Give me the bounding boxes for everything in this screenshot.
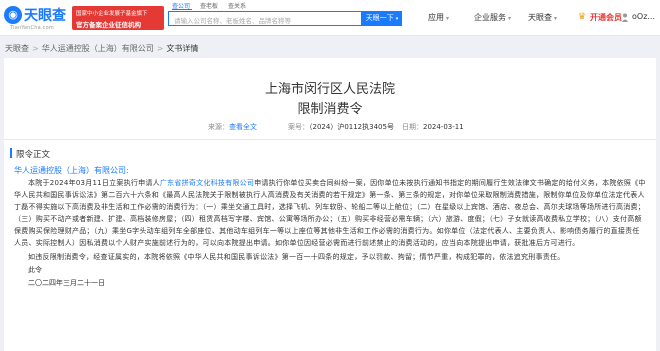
- tab-search-boss[interactable]: 查老板: [200, 1, 218, 10]
- certification-banner[interactable]: 国家中小企业发展子基金旗下 官方备案企业征信机构: [72, 6, 164, 30]
- warning-paragraph: 如违反限制消费令，经查证属实的，本院将依照《中华人民共和国民事诉讼法》第一百一十…: [28, 253, 565, 261]
- document-content: 华人运通控股（上海）有限公司: 本院于2024年03月11日立案执行申请人广东省…: [14, 164, 646, 289]
- divider: [4, 139, 656, 140]
- search-placeholder: 请输入公司名称、老板姓名、品牌名称等: [174, 17, 291, 25]
- banner-line-2: 官方备案企业征信机构: [76, 21, 141, 29]
- nav-apps[interactable]: 应用 ▾: [428, 12, 449, 23]
- breadcrumb-company[interactable]: 华人运通控股（上海）有限公司: [42, 44, 154, 53]
- document-date: 2024-03-11: [423, 123, 464, 131]
- document-card: 上海市闵行区人民法院 限制消费令 来源：查看全文 案号：（2024）沪0112执…: [4, 58, 656, 351]
- nav-apps-label: 应用: [428, 13, 444, 22]
- search-input[interactable]: 请输入公司名称、老板姓名、品牌名称等: [168, 11, 362, 26]
- meta-date-label: 日期：: [402, 123, 423, 131]
- document-title: 限制消费令: [297, 102, 363, 117]
- logo-text: 天眼查: [24, 8, 66, 24]
- logo-subtitle: TianYanCha.com: [10, 25, 54, 31]
- case-number: （2024）沪0112执3405号: [309, 123, 394, 131]
- order-paragraph: 本院于2024年03月11日立案执行申请人广东省拼奇文化科技有限公司申请执行你单…: [14, 177, 646, 249]
- eye-logo-icon: ◉: [4, 6, 22, 24]
- crown-icon: ♛: [578, 12, 587, 22]
- order-text-a: 本院于2024年03月11日立案执行申请人: [28, 179, 160, 187]
- tianyancha-logo[interactable]: ◉ 天眼查 TianYanCha.com: [4, 4, 70, 32]
- meta-case-label: 案号：: [288, 123, 309, 131]
- chevron-down-icon: ▾: [554, 15, 558, 22]
- applicant-company-link[interactable]: 广东省拼奇文化科技有限公司: [160, 179, 254, 187]
- signoff-date: 二〇二四年三月二十一日: [28, 279, 105, 287]
- nav-enterprise-label: 企业服务: [474, 13, 506, 22]
- chevron-down-icon: ▾: [508, 15, 512, 22]
- addressee-company-link[interactable]: 华人运通控股（上海）有限公司:: [14, 164, 646, 177]
- meta-date: 日期：2024-03-11: [402, 122, 464, 132]
- nav-tianyancha-label: 天眼查: [528, 13, 552, 22]
- breadcrumb: 天眼查 > 华人运通控股（上海）有限公司 > 文书详情: [5, 43, 198, 54]
- section-accent-bar: [10, 148, 12, 158]
- signoff: 此令: [28, 266, 42, 274]
- top-navigation-bar: ◉ 天眼查 TianYanCha.com 国家中小企业发展子基金旗下 官方备案企…: [0, 0, 660, 36]
- order-text-b: 申请执行你单位买卖合同纠纷一案，因你单位未按执行通知书指定的期间履行生效法律文书…: [14, 179, 646, 247]
- breadcrumb-separator-icon: >: [32, 44, 39, 53]
- section-title: 限令正文: [16, 150, 51, 160]
- tab-search-relation[interactable]: 查关系: [228, 1, 246, 10]
- meta-source: 来源：查看全文: [208, 122, 257, 132]
- active-tab-underline: [172, 9, 192, 10]
- breadcrumb-home[interactable]: 天眼查: [5, 44, 29, 53]
- search-button-label: 天眼一下: [365, 14, 394, 22]
- chevron-down-icon: ▾: [395, 16, 399, 22]
- nav-tianyancha[interactable]: 天眼查 ▾: [528, 12, 557, 23]
- user-name[interactable]: oOz...: [632, 12, 655, 21]
- breadcrumb-separator-icon: >: [156, 44, 164, 53]
- nav-enterprise-services[interactable]: 企业服务 ▾: [474, 12, 511, 23]
- banner-line-1: 国家中小企业发展子基金旗下: [76, 11, 148, 17]
- open-vip-link[interactable]: 开通会员: [590, 12, 622, 23]
- chevron-down-icon: ▾: [446, 15, 450, 22]
- breadcrumb-current: 文书详情: [166, 44, 199, 53]
- meta-case-number: 案号：（2024）沪0112执3405号: [288, 122, 394, 132]
- search-button[interactable]: 天眼一下 ▾: [362, 11, 402, 26]
- meta-source-label: 来源：: [208, 123, 229, 131]
- view-full-text-link[interactable]: 查看全文: [229, 123, 257, 131]
- court-name: 上海市闵行区人民法院: [264, 82, 395, 97]
- user-icon: [622, 13, 628, 22]
